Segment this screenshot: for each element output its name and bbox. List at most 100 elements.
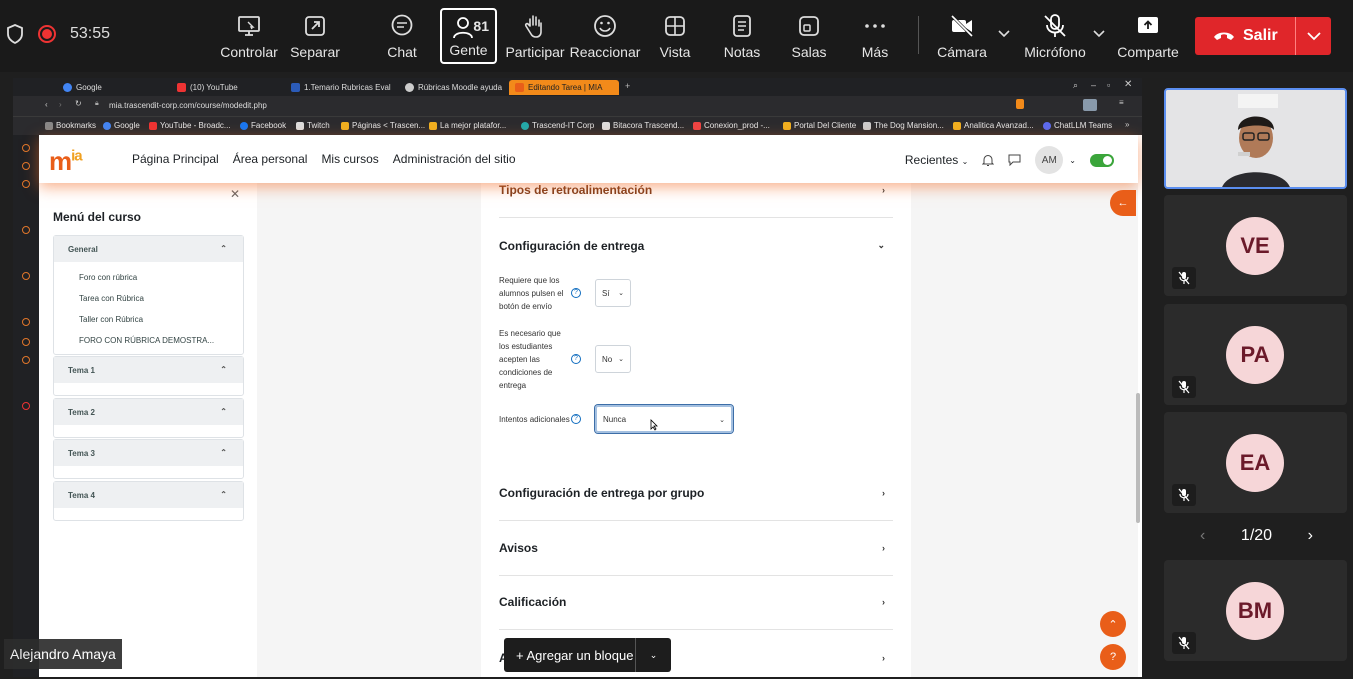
bookmark-item[interactable]: Páginas < Trascen...: [341, 121, 425, 130]
minimize-icon[interactable]: –: [1091, 80, 1096, 90]
add-block-button[interactable]: + Agregar un bloque ⌄: [504, 638, 671, 672]
toolbar-chat-button[interactable]: Chat: [382, 8, 422, 64]
user-avatar[interactable]: AM: [1035, 146, 1064, 174]
scrollbar[interactable]: [1136, 393, 1140, 523]
bookmark-item[interactable]: The Dog Mansion...: [863, 121, 944, 130]
brave-shield-icon[interactable]: [1016, 99, 1024, 109]
additional-attempts-select[interactable]: Nunca ⌄: [595, 405, 733, 433]
sidebar-app-icon[interactable]: [22, 356, 30, 364]
bookmark-item[interactable]: Analitica Avanzad...: [953, 121, 1034, 130]
leave-meeting-button[interactable]: Salir: [1195, 17, 1331, 55]
more-bookmarks-icon[interactable]: »: [1125, 120, 1129, 129]
close-window-icon[interactable]: ✕: [1124, 79, 1132, 90]
browser-tab[interactable]: Rúbricas Moodle ayuda: [399, 80, 505, 95]
reload-icon[interactable]: ↻: [75, 99, 82, 108]
close-icon[interactable]: ✕: [230, 187, 240, 201]
participant-tile[interactable]: EA: [1164, 412, 1347, 513]
bookmark-item[interactable]: La mejor platafor...: [429, 121, 506, 130]
course-activity-link[interactable]: FORO CON RÚBRICA DEMOSTRA...: [54, 330, 243, 351]
leave-options-button[interactable]: [1295, 17, 1331, 55]
browser-tab[interactable]: 1.Temario Rubricas Evalu: [285, 80, 391, 95]
toolbar-mas-button[interactable]: Más: [855, 8, 895, 64]
participant-video[interactable]: [1164, 88, 1347, 189]
section-notices[interactable]: Avisos ›: [499, 521, 893, 576]
menu-icon[interactable]: ≡: [1119, 98, 1124, 107]
section-header[interactable]: Tema 1 ⌃: [54, 357, 243, 383]
browser-tab-active[interactable]: Editando Tarea | MIA: [509, 80, 619, 95]
sidebar-app-icon[interactable]: [22, 180, 30, 188]
browser-tab[interactable]: (10) YouTube: [171, 80, 277, 95]
nav-link[interactable]: Área personal: [233, 152, 308, 166]
require-submit-select[interactable]: Sí ⌄: [595, 279, 631, 307]
sidebar-app-icon[interactable]: [22, 318, 30, 326]
participant-tile[interactable]: BM: [1164, 560, 1347, 661]
toolbar-comparte-button[interactable]: Comparte: [1117, 8, 1179, 64]
sidebar-app-icon[interactable]: [22, 402, 30, 410]
course-activity-link[interactable]: Tarea con Rúbrica: [54, 288, 243, 309]
participant-tile[interactable]: PA: [1164, 304, 1347, 405]
bell-icon[interactable]: [982, 154, 995, 167]
bookmark-item[interactable]: Google: [103, 121, 140, 130]
recientes-dropdown[interactable]: Recientes ⌄: [905, 153, 968, 167]
toolbar-controlar-button[interactable]: Controlar: [220, 8, 278, 64]
participant-tile[interactable]: VE: [1164, 195, 1347, 296]
section-header[interactable]: Tema 2 ⌃: [54, 399, 243, 425]
sidebar-app-icon[interactable]: [22, 226, 30, 234]
toolbar-gente-button[interactable]: 81 Gente: [440, 8, 497, 64]
forward-icon[interactable]: ›: [59, 100, 62, 109]
chevron-down-icon[interactable]: ⌄: [1069, 156, 1076, 165]
mia-logo[interactable]: mia: [49, 146, 83, 177]
nav-link[interactable]: Mis cursos: [321, 152, 378, 166]
section-header[interactable]: Tema 4 ⌃: [54, 482, 243, 508]
section-header[interactable]: Tema 3 ⌃: [54, 440, 243, 466]
toolbar-reaccionar-button[interactable]: Reaccionar: [570, 8, 640, 64]
accept-terms-select[interactable]: No ⌄: [595, 345, 631, 373]
nav-link[interactable]: Página Principal: [132, 152, 219, 166]
toolbar-separar-button[interactable]: Separar: [289, 8, 341, 64]
toolbar-vista-button[interactable]: Vista: [655, 8, 695, 64]
bookmark-item[interactable]: Facebook: [240, 121, 286, 130]
toolbar-camara-button[interactable]: Cámara: [936, 8, 988, 64]
bookmark-item[interactable]: Conexion_prod -...: [693, 121, 770, 130]
toolbar-salas-button[interactable]: Salas: [789, 8, 829, 64]
help-button[interactable]: ?: [1100, 644, 1126, 670]
bookmark-item[interactable]: Portal Del Cliente: [783, 121, 856, 130]
section-grade[interactable]: Calificación ›: [499, 575, 893, 630]
section-header[interactable]: General ⌃: [54, 236, 243, 262]
course-activity-link[interactable]: Taller con Rúbrica: [54, 309, 243, 330]
open-block-drawer-button[interactable]: ←: [1110, 190, 1136, 216]
extension-icon[interactable]: [1083, 99, 1097, 111]
section-group-submission[interactable]: Configuración de entrega por grupo ›: [499, 466, 893, 521]
chevron-down-icon[interactable]: ⌄: [635, 638, 671, 672]
help-icon[interactable]: ?: [571, 414, 581, 424]
search-tabs-icon[interactable]: ⌕: [1073, 80, 1078, 91]
nav-link[interactable]: Administración del sitio: [393, 152, 516, 166]
bookmark-item[interactable]: Bookmarks: [45, 121, 96, 130]
maximize-icon[interactable]: ▫: [1107, 80, 1110, 90]
section-submission-settings[interactable]: Configuración de entrega ⌄: [499, 218, 893, 273]
chevron-down-icon[interactable]: [998, 30, 1010, 38]
sidebar-app-icon[interactable]: [22, 162, 30, 170]
help-icon[interactable]: ?: [571, 354, 581, 364]
bookmark-item[interactable]: Trascend-IT Corp: [521, 121, 594, 130]
toolbar-microfono-button[interactable]: Micrófono: [1022, 8, 1088, 64]
chevron-left-icon[interactable]: ‹: [1200, 527, 1205, 545]
url-field[interactable]: mia.trascendit-corp.com/course/modedit.p…: [109, 101, 267, 110]
sidebar-app-icon[interactable]: [22, 338, 30, 346]
new-tab-icon[interactable]: +: [625, 81, 630, 91]
bookmark-item[interactable]: YouTube - Broadc...: [149, 121, 231, 130]
chevron-down-icon[interactable]: [1093, 30, 1105, 38]
bookmark-item[interactable]: Bitacora Trascend...: [602, 121, 684, 130]
edit-mode-toggle[interactable]: [1090, 153, 1114, 167]
chevron-right-icon[interactable]: ›: [1308, 527, 1313, 545]
bookmark-item[interactable]: Twitch: [296, 121, 330, 130]
course-activity-link[interactable]: Foro con rúbrica: [54, 267, 243, 288]
help-icon[interactable]: ?: [571, 288, 581, 298]
toolbar-participar-button[interactable]: Participar: [505, 8, 565, 64]
scroll-top-button[interactable]: ⌃: [1100, 611, 1126, 637]
toolbar-notas-button[interactable]: Notas: [722, 8, 762, 64]
bookmark-item[interactable]: ChatLLM Teams: [1043, 121, 1112, 130]
sidebar-app-icon[interactable]: [22, 144, 30, 152]
browser-tab[interactable]: Google: [57, 80, 163, 95]
sidebar-app-icon[interactable]: [22, 272, 30, 280]
